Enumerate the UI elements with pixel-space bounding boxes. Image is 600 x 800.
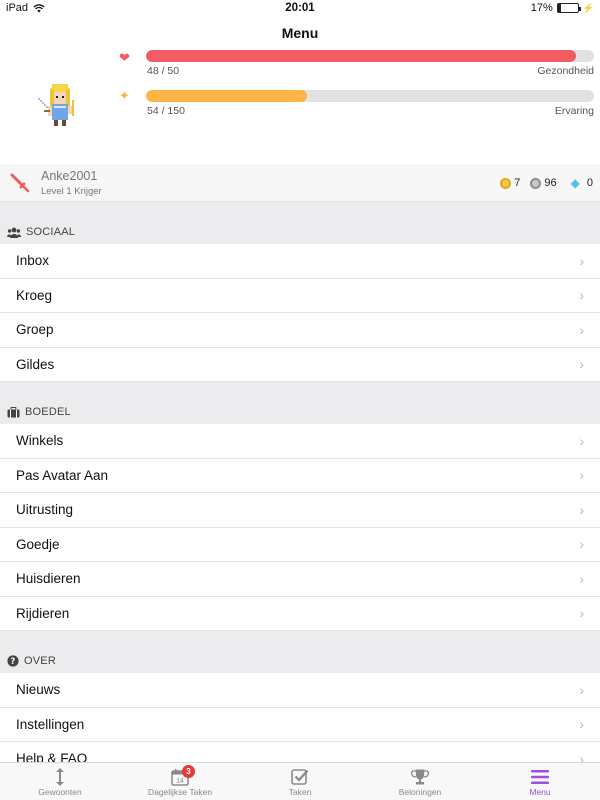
tab-label: Dagelijkse Taken: [147, 787, 213, 797]
chevron-right-icon: ›: [579, 570, 584, 587]
habits-icon: [56, 768, 64, 786]
tab-gewoonten[interactable]: Gewoonten: [0, 763, 120, 800]
svg-text:?: ?: [10, 657, 15, 667]
menu-item-instellingen[interactable]: Instellingen ›: [0, 707, 600, 742]
charging-icon: ⚡: [582, 2, 594, 13]
chevron-right-icon: ›: [579, 321, 584, 338]
question-icon: ?: [7, 655, 19, 667]
battery-percent: 17%: [530, 2, 553, 14]
section-sociaal: SOCIAAL Inbox › Kroeg › Groep › Gildes ›: [0, 202, 600, 382]
menu-item-winkels[interactable]: Winkels ›: [0, 424, 600, 459]
menu-item-pas-avatar-aan[interactable]: Pas Avatar Aan ›: [0, 458, 600, 493]
chevron-right-icon: ›: [579, 432, 584, 449]
users-icon: [7, 227, 21, 238]
menu-item-label: Instellingen: [16, 716, 85, 732]
health-label: Gezondheid: [537, 65, 594, 77]
tab-bar: Gewoonten 14 3 Dagelijkse Taken Taken Be…: [0, 762, 600, 800]
menu-item-label: Uitrusting: [16, 502, 74, 518]
menu-item-label: Goedje: [16, 536, 60, 552]
menu-item-goedje[interactable]: Goedje ›: [0, 527, 600, 562]
menu-item-label: Gildes: [16, 356, 55, 372]
menu-item-label: Groep: [16, 322, 54, 338]
health-value: 48 / 50: [147, 65, 180, 77]
avatar-header: ❤ 48 / 50 Gezondheid ✦ 54 / 150 Ervaring: [0, 48, 600, 164]
menu-item-gildes[interactable]: Gildes ›: [0, 347, 600, 382]
tab-taken[interactable]: Taken: [240, 763, 360, 800]
menu-item-label: Rijdieren: [16, 605, 70, 621]
chevron-right-icon: ›: [579, 356, 584, 373]
experience-stat: 54 / 150 Ervaring: [146, 90, 594, 117]
gold-amount: 7: [514, 177, 521, 189]
section-title: SOCIAAL: [26, 226, 76, 238]
avatar[interactable]: [32, 78, 88, 134]
chevron-right-icon: ›: [579, 501, 584, 518]
tab-menu[interactable]: Menu: [480, 763, 600, 800]
tab-beloningen[interactable]: Beloningen: [360, 763, 480, 800]
menu-item-rijdieren[interactable]: Rijdieren ›: [0, 596, 600, 631]
chevron-right-icon: ›: [579, 681, 584, 698]
clock: 20:01: [285, 2, 315, 14]
silver-amount: 96: [544, 177, 557, 189]
chevron-right-icon: ›: [579, 716, 584, 733]
menu-item-label: Kroeg: [16, 287, 53, 303]
star-icon: ✦: [119, 88, 130, 103]
checkbox-icon: [291, 769, 309, 785]
trophy-icon: [411, 769, 429, 785]
notification-badge: 3: [182, 765, 195, 778]
chevron-right-icon: ›: [579, 605, 584, 622]
section-title: OVER: [24, 655, 56, 667]
section-header: BOEDEL: [0, 382, 600, 424]
battery-icon: [556, 3, 581, 13]
briefcase-icon: [7, 407, 20, 418]
chevron-right-icon: ›: [579, 252, 584, 269]
page-title: Menu: [0, 18, 600, 48]
chevron-right-icon: ›: [579, 467, 584, 484]
currency-display: 7 96 ◆ 0: [490, 176, 593, 190]
menu-item-inbox[interactable]: Inbox ›: [0, 244, 600, 279]
section-over: ? OVER Nieuws › Instellingen › Help & FAQ ›: [0, 631, 600, 777]
menu-item-label: Winkels: [16, 433, 64, 449]
calendar-day: 14: [176, 778, 184, 785]
menu-item-label: Nieuws: [16, 682, 61, 698]
gold-coin-icon: [500, 177, 512, 189]
username: Anke2001: [41, 169, 98, 183]
menu-item-label: Pas Avatar Aan: [16, 467, 109, 483]
experience-value: 54 / 150: [147, 105, 185, 117]
gem-icon: ◆: [570, 176, 580, 190]
menu-item-label: Huisdieren: [16, 571, 81, 587]
health-bar-fill: [146, 50, 577, 62]
menu-item-kroeg[interactable]: Kroeg ›: [0, 278, 600, 313]
section-title: BOEDEL: [25, 406, 71, 418]
sword-icon: [10, 173, 30, 193]
tab-dagelijkse-taken[interactable]: 14 3 Dagelijkse Taken: [120, 763, 240, 800]
section-header: ? OVER: [0, 631, 600, 673]
menu-item-groep[interactable]: Groep ›: [0, 313, 600, 348]
tab-label: Gewoonten: [38, 787, 82, 797]
tab-label: Beloningen: [398, 787, 442, 797]
menu-item-huisdieren[interactable]: Huisdieren ›: [0, 562, 600, 597]
health-bar: [146, 50, 594, 62]
chevron-right-icon: ›: [579, 536, 584, 553]
menu-list: SOCIAAL Inbox › Kroeg › Groep › Gildes › BOE…: [0, 202, 600, 777]
menu-icon: [531, 770, 549, 784]
gem-amount: 0: [586, 177, 593, 189]
experience-bar-fill: [146, 90, 308, 102]
menu-item-label: Inbox: [16, 253, 50, 269]
user-info-bar: Anke2001 Level 1 Krijger 7 96 ◆ 0: [0, 164, 600, 202]
health-stat: 48 / 50 Gezondheid: [146, 50, 594, 77]
section-boedel: BOEDEL Winkels › Pas Avatar Aan › Uitrusti…: [0, 382, 600, 631]
status-bar: iPad 20:01 17% ⚡: [0, 0, 600, 18]
user-level: Level 1 Krijger: [41, 186, 102, 197]
chevron-right-icon: ›: [579, 287, 584, 304]
menu-item-uitrusting[interactable]: Uitrusting ›: [0, 493, 600, 528]
tab-label: Taken: [288, 787, 312, 797]
menu-item-nieuws[interactable]: Nieuws ›: [0, 673, 600, 708]
experience-label: Ervaring: [554, 105, 594, 117]
experience-bar: [146, 90, 594, 102]
tab-label: Menu: [529, 787, 551, 797]
section-header: SOCIAAL: [0, 202, 600, 244]
silver-coin-icon: [530, 177, 542, 189]
heart-icon: ❤: [119, 50, 130, 65]
